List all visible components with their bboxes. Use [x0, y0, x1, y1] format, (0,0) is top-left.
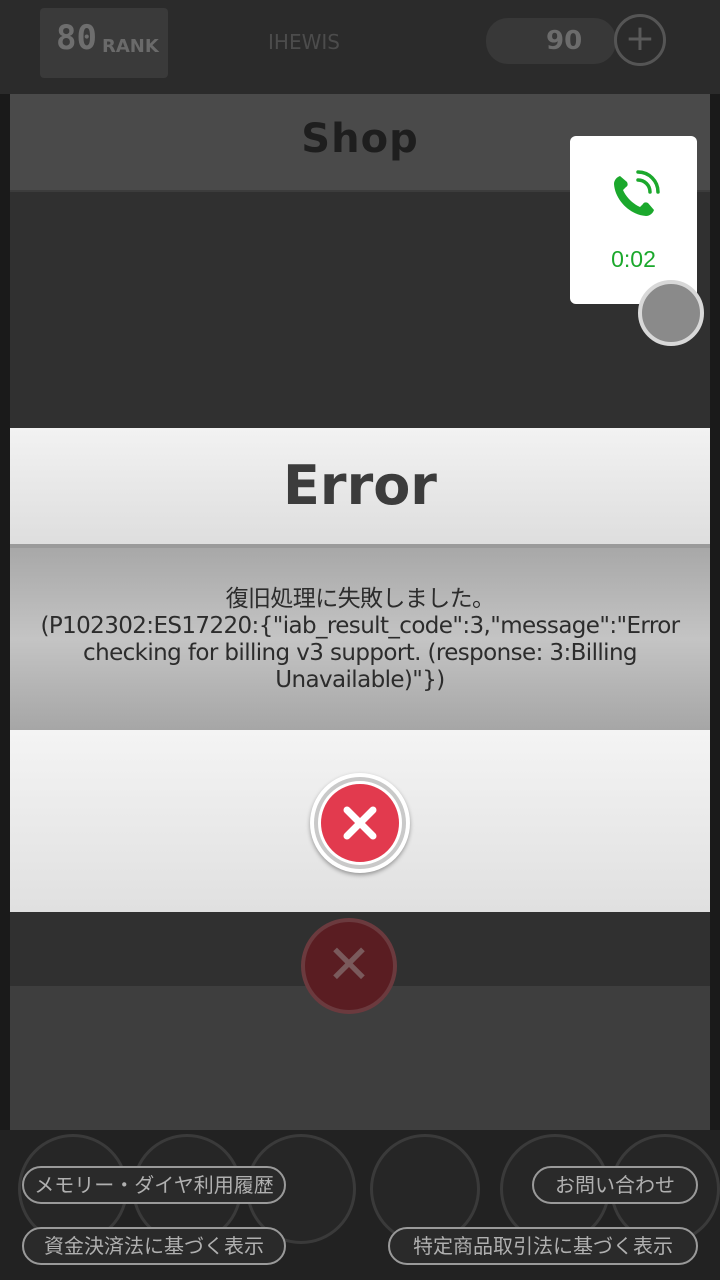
player-name: IHEWIS — [268, 30, 340, 54]
error-message-line-1: 復旧処理に失敗しました。 — [225, 586, 495, 612]
rank-label: RANK — [102, 36, 159, 57]
contact-link: お問い合わせ — [532, 1166, 698, 1204]
payment-act-link: 資金決済法に基づく表示 — [22, 1227, 286, 1265]
memory-history-link: メモリー・ダイヤ利用履歴 — [22, 1166, 286, 1204]
close-dialog-button[interactable] — [310, 773, 410, 873]
error-message: 復旧処理に失敗しました。 (P102302:ES17220:{"iab_resu… — [16, 586, 704, 694]
game-status-bar: 80 RANK IHEWIS 90 + — [0, 0, 720, 94]
rank-value: 80 — [56, 18, 97, 58]
error-dialog-header: Error — [10, 428, 710, 548]
currency-value: 90 — [546, 26, 583, 56]
error-message-line-4: Unavailable)"}) — [275, 667, 445, 693]
close-x-icon — [343, 806, 377, 840]
error-title: Error — [283, 454, 437, 517]
call-duration: 0:02 — [611, 246, 656, 272]
add-currency-button: + — [614, 14, 666, 66]
phone-icon — [614, 170, 660, 216]
error-dialog-body: 復旧処理に失敗しました。 (P102302:ES17220:{"iab_resu… — [10, 548, 710, 730]
shop-close-button: ✕ — [301, 918, 397, 1014]
close-x-icon: ✕ — [326, 933, 372, 996]
error-message-line-3: checking for billing v3 support. (respon… — [83, 640, 637, 666]
commercial-act-link: 特定商品取引法に基づく表示 — [388, 1227, 698, 1265]
error-message-line-2: (P102302:ES17220:{"iab_result_code":3,"m… — [40, 613, 680, 639]
call-widget[interactable]: 0:02 — [570, 136, 697, 304]
floating-assistive-button[interactable] — [638, 280, 704, 346]
